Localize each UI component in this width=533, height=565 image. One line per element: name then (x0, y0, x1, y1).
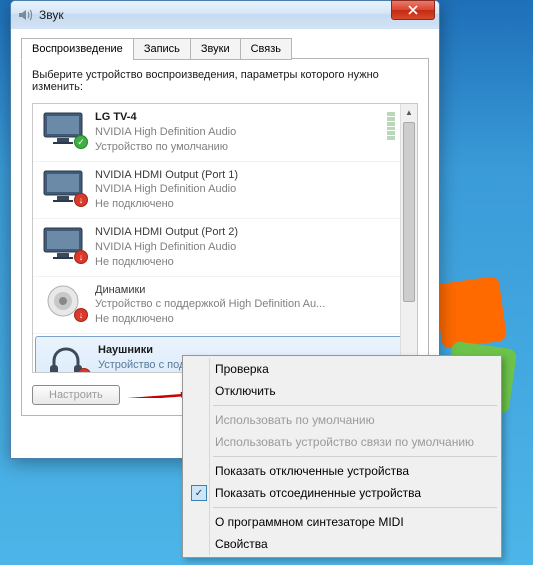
menu-separator (213, 405, 497, 406)
monitor-icon: ↓ (41, 168, 85, 204)
menu-item[interactable]: Показать отключенные устройства (185, 460, 499, 482)
tab-recording[interactable]: Запись (133, 38, 191, 60)
menu-item[interactable]: Свойства (185, 533, 499, 555)
titlebar[interactable]: Звук (11, 1, 439, 29)
sound-icon (17, 7, 33, 23)
menu-separator (213, 507, 497, 508)
instruction-text: Выберите устройство воспроизведения, пар… (32, 69, 418, 93)
menu-item: Использовать устройство связи по умолчан… (185, 431, 499, 453)
menu-item[interactable]: Проверка (185, 358, 499, 380)
device-status: Не подключено (95, 197, 238, 212)
device-name: NVIDIA HDMI Output (Port 2) (95, 225, 238, 240)
scroll-thumb[interactable] (403, 122, 415, 302)
device-status: Не подключено (95, 312, 325, 327)
tab-strip: Воспроизведение Запись Звуки Связь (21, 37, 429, 59)
device-row[interactable]: ↓ NVIDIA HDMI Output (Port 1)NVIDIA High … (33, 162, 417, 220)
error-badge-icon: ↓ (74, 193, 88, 207)
device-name: LG TV-4 (95, 110, 236, 125)
close-button[interactable] (391, 0, 435, 20)
device-driver: NVIDIA High Definition Audio (95, 240, 238, 255)
error-badge-icon: ↓ (74, 308, 88, 322)
monitor-icon: ✓ (41, 110, 85, 146)
scrollbar[interactable]: ▲ ▼ (400, 104, 417, 372)
tab-sounds[interactable]: Звуки (190, 38, 241, 60)
error-badge-icon: ↓ (74, 250, 88, 264)
device-status: Не подключено (95, 255, 238, 270)
menu-item[interactable]: О программном синтезаторе MIDI (185, 511, 499, 533)
device-name: Динамики (95, 283, 325, 298)
scroll-up-icon[interactable]: ▲ (401, 104, 417, 121)
device-driver: NVIDIA High Definition Audio (95, 125, 236, 140)
device-list[interactable]: ✓LG TV-4NVIDIA High Definition AudioУстр… (32, 103, 418, 373)
tab-communications[interactable]: Связь (240, 38, 292, 60)
configure-button[interactable]: Настроить (32, 385, 120, 405)
menu-item[interactable]: Отключить (185, 380, 499, 402)
check-icon: ✓ (191, 485, 207, 501)
menu-item[interactable]: Показать отсоединенные устройства✓ (185, 482, 499, 504)
device-row[interactable]: ↓ NVIDIA HDMI Output (Port 2)NVIDIA High … (33, 219, 417, 277)
device-driver: Устройство с поддержкой High Definition … (95, 297, 325, 312)
window-title: Звук (39, 8, 433, 22)
menu-separator (213, 456, 497, 457)
device-status: Устройство по умолчанию (95, 140, 236, 155)
speaker-icon: ↓ (41, 283, 85, 319)
headphones-icon: ↓ (44, 343, 88, 373)
context-menu: ПроверкаОтключить Использовать по умолчан… (182, 355, 502, 558)
device-row[interactable]: ✓ LG TV-4NVIDIA High Definition AudioУстр… (33, 104, 417, 162)
tab-playback[interactable]: Воспроизведение (21, 38, 134, 60)
device-name: NVIDIA HDMI Output (Port 1) (95, 168, 238, 183)
device-row[interactable]: ↓ ДинамикиУстройство с поддержкой High De… (33, 277, 417, 335)
volume-meter (387, 112, 395, 140)
device-driver: NVIDIA High Definition Audio (95, 182, 238, 197)
error-badge-icon: ↓ (77, 368, 91, 373)
monitor-icon: ↓ (41, 225, 85, 261)
check-badge-icon: ✓ (74, 135, 88, 149)
menu-item: Использовать по умолчанию (185, 409, 499, 431)
